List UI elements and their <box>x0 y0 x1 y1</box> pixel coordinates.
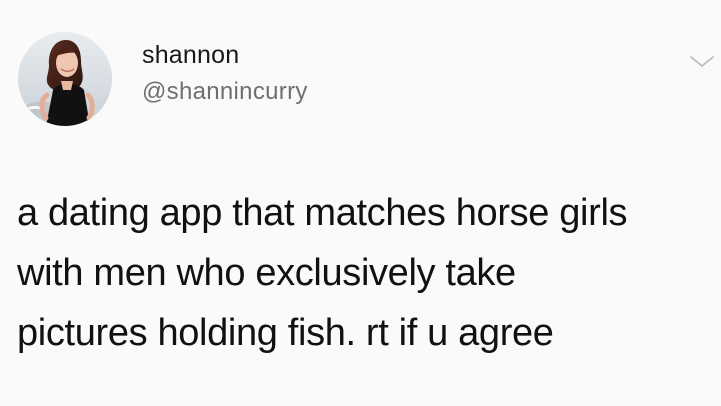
author-display-name[interactable]: shannon <box>142 40 562 70</box>
tweet-text: a dating app that matches horse girls wi… <box>17 183 707 363</box>
tweet-menu-button[interactable] <box>688 48 716 74</box>
tweet-text-line-3: pictures holding fish. rt if u agree <box>17 312 554 354</box>
tweet-text-line-1: a dating app that matches horse girls <box>17 192 628 234</box>
profile-photo-icon <box>18 32 112 126</box>
tweet-card: shannon @shannincurry a dating app that … <box>0 0 721 406</box>
author-handle[interactable]: @shannincurry <box>142 77 562 107</box>
author-info: shannon @shannincurry <box>142 40 562 107</box>
tweet-text-line-2: with men who exclusively take <box>17 252 516 294</box>
tweet-header: shannon @shannincurry <box>18 32 698 126</box>
author-avatar[interactable] <box>18 32 112 126</box>
chevron-down-icon <box>690 56 714 67</box>
